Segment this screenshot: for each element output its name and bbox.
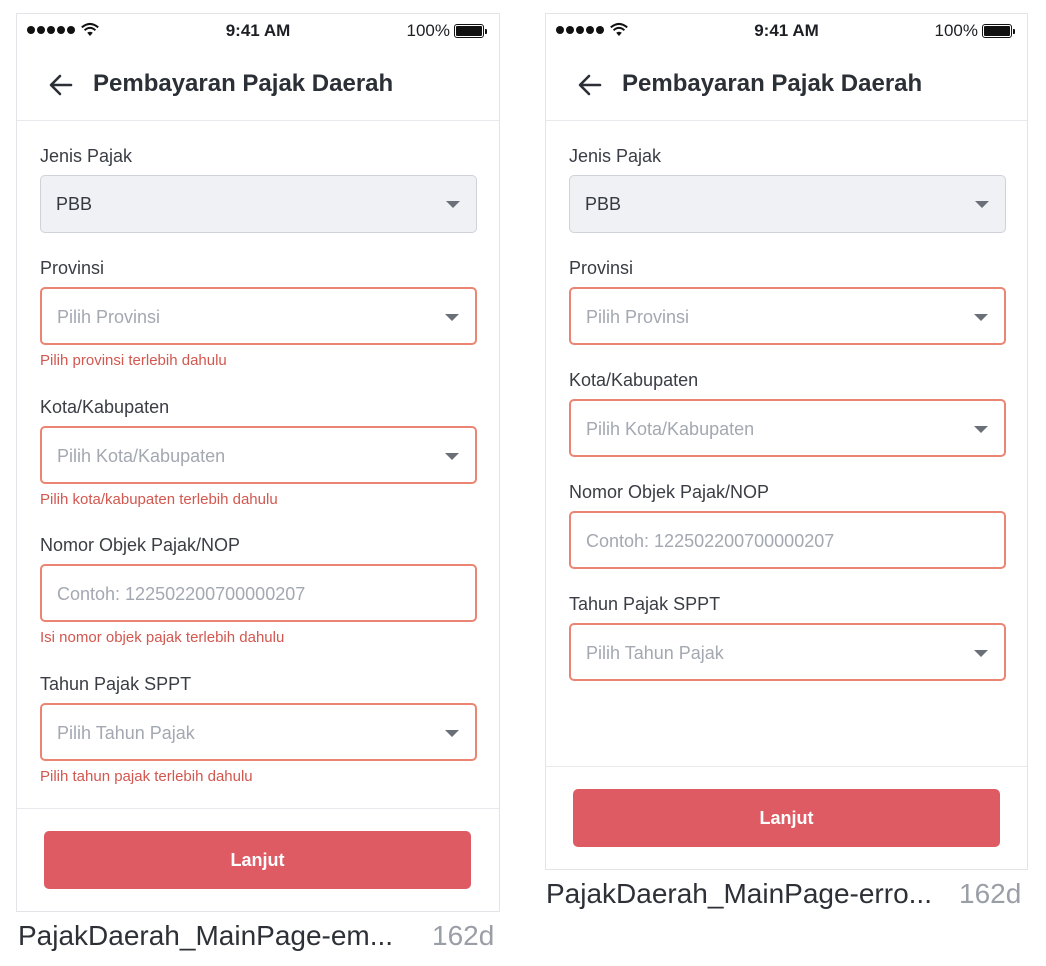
tahun-pajak-placeholder: Pilih Tahun Pajak — [586, 643, 724, 663]
nop-input[interactable]: Contoh: 122502200700000207 — [40, 564, 477, 622]
provinsi-label: Provinsi — [569, 258, 634, 278]
tahun-pajak-label: Tahun Pajak SPPT — [569, 594, 721, 614]
kota-kabupaten-label: Kota/Kabupaten — [40, 397, 170, 417]
phone-screen-error-state: 9:41 AM 100% Pembayaran Pajak Daerah Jen… — [545, 13, 1028, 870]
nop-label: Nomor Objek Pajak/NOP — [569, 482, 770, 502]
chevron-down-icon — [445, 730, 459, 737]
screen-caption-age: 162d — [959, 878, 1022, 909]
kota-kabupaten-select[interactable]: Pilih Kota/Kabupaten — [40, 426, 477, 484]
screen-caption: PajakDaerah_MainPage-erro... — [546, 878, 932, 909]
kota-kabupaten-placeholder: Pilih Kota/Kabupaten — [586, 419, 755, 439]
kota-kabupaten-placeholder: Pilih Kota/Kabupaten — [57, 446, 226, 466]
chevron-down-icon — [974, 314, 988, 321]
nop-placeholder: Contoh: 122502200700000207 — [57, 584, 306, 604]
battery-icon — [454, 24, 484, 38]
battery-indicator: 100% — [407, 21, 487, 41]
battery-indicator: 100% — [935, 21, 1015, 41]
screen-caption: PajakDaerah_MainPage-em... — [18, 920, 394, 951]
tahun-pajak-select[interactable]: Pilih Tahun Pajak — [569, 623, 1006, 681]
provinsi-select[interactable]: Pilih Provinsi — [569, 287, 1006, 345]
status-bar: 9:41 AM 100% — [546, 14, 1027, 48]
nop-error: Isi nomor objek pajak terlebih dahulu — [40, 629, 285, 646]
lanjut-button[interactable]: Lanjut — [573, 789, 1000, 847]
nop-label: Nomor Objek Pajak/NOP — [40, 535, 241, 555]
back-arrow-icon[interactable] — [576, 71, 604, 99]
page-title: Pembayaran Pajak Daerah — [93, 70, 394, 97]
kota-kabupaten-label: Kota/Kabupaten — [569, 370, 699, 390]
nop-placeholder: Contoh: 122502200700000207 — [586, 531, 835, 551]
chevron-down-icon — [974, 426, 988, 433]
footer-bar: Lanjut — [546, 766, 1027, 869]
provinsi-placeholder: Pilih Provinsi — [586, 307, 690, 327]
back-arrow-icon[interactable] — [47, 71, 75, 99]
lanjut-button[interactable]: Lanjut — [44, 831, 471, 889]
chevron-down-icon — [445, 453, 459, 460]
chevron-down-icon — [974, 650, 988, 657]
tahun-pajak-select[interactable]: Pilih Tahun Pajak — [40, 703, 477, 761]
page-title: Pembayaran Pajak Daerah — [622, 70, 923, 97]
app-bar: Pembayaran Pajak Daerah — [17, 48, 499, 121]
jenis-pajak-label: Jenis Pajak — [569, 146, 662, 166]
kota-kabupaten-select[interactable]: Pilih Kota/Kabupaten — [569, 399, 1006, 457]
jenis-pajak-label: Jenis Pajak — [40, 146, 133, 166]
screen-caption-age: 162d — [432, 920, 495, 951]
provinsi-error: Pilih provinsi terlebih dahulu — [40, 352, 227, 369]
battery-percentage: 100% — [934, 21, 978, 40]
app-bar: Pembayaran Pajak Daerah — [546, 48, 1027, 121]
kota-kabupaten-error: Pilih kota/kabupaten terlebih dahulu — [40, 491, 278, 508]
provinsi-label: Provinsi — [40, 258, 105, 278]
provinsi-placeholder: Pilih Provinsi — [57, 307, 161, 327]
chevron-down-icon — [445, 314, 459, 321]
tahun-pajak-placeholder: Pilih Tahun Pajak — [57, 723, 195, 743]
jenis-pajak-value: PBB — [56, 194, 93, 214]
jenis-pajak-select[interactable]: PBB — [40, 175, 477, 233]
jenis-pajak-value: PBB — [585, 194, 622, 214]
nop-input[interactable]: Contoh: 122502200700000207 — [569, 511, 1006, 569]
tahun-pajak-error: Pilih tahun pajak terlebih dahulu — [40, 768, 253, 785]
phone-screen-empty-state: 9:41 AM 100% Pembayaran Pajak Daerah Jen… — [16, 13, 500, 912]
battery-percentage: 100% — [406, 21, 450, 40]
footer-bar: Lanjut — [17, 808, 499, 911]
chevron-down-icon — [975, 201, 989, 208]
jenis-pajak-select[interactable]: PBB — [569, 175, 1006, 233]
tahun-pajak-label: Tahun Pajak SPPT — [40, 674, 192, 694]
status-bar: 9:41 AM 100% — [17, 14, 499, 48]
chevron-down-icon — [446, 201, 460, 208]
battery-icon — [982, 24, 1012, 38]
provinsi-select[interactable]: Pilih Provinsi — [40, 287, 477, 345]
